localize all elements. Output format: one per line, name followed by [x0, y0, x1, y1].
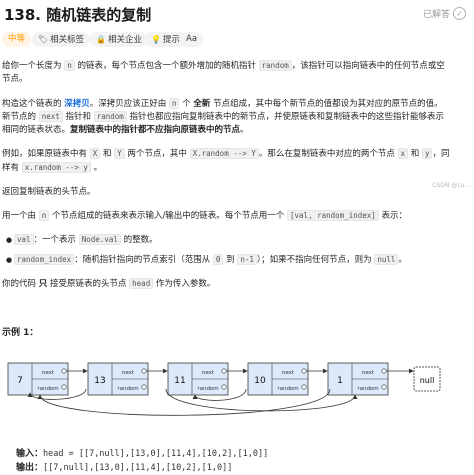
next-label: next [362, 370, 375, 376]
problem-header: 138. 随机链表的复制 已解答 ✓ [0, 4, 474, 26]
bullet-icon: ● [6, 256, 13, 264]
random-pointer-dot [381, 384, 387, 390]
desc-paragraph-2b: 新节点的 next 指针和 random 指针也都应指向复制链表中的新节点，并使… [2, 111, 445, 122]
node-value: 13 [94, 376, 105, 386]
desc-paragraph-1: 给你一个长度为 n 的链表，每个节点包含一个额外增加的随机指针 random ，该… [2, 60, 445, 71]
difficulty-badge[interactable]: 中等 [2, 32, 32, 47]
next-pointer-dot [301, 368, 307, 374]
next-pointer-dot [221, 368, 227, 374]
null-label: null [420, 376, 435, 385]
random-pointer-dot [61, 384, 67, 390]
random-label: random [277, 386, 298, 392]
random-label: random [117, 386, 138, 392]
example-input: 输入：head = [[7,null],[13,0],[11,4],[10,2]… [16, 449, 269, 459]
desc-paragraph-2: 构造这个链表的 深拷贝。深拷贝应该正好由 n 个 全新 节点组成，其中每个新节点… [2, 98, 443, 109]
lightbulb-icon: 💡 [151, 35, 161, 44]
random-pointer-dot [301, 384, 307, 390]
desc-paragraph-3: 例如，如果原链表中有 X 和 Y 两个节点，其中 X.random --> Y。… [2, 148, 450, 159]
example-output: 输出：[[7,null],[13,0],[11,4],[10,2],[1,0]] [16, 463, 233, 473]
next-label: next [202, 370, 215, 376]
node-value: 1 [337, 376, 343, 386]
lock-icon: 🔒 [96, 35, 106, 44]
next-label: next [42, 370, 55, 376]
random-label: random [357, 386, 378, 392]
check-circle-icon: ✓ [453, 7, 466, 20]
next-pointer-dot [141, 368, 147, 374]
desc-paragraph-4: 返回复制链表的头节点。 [2, 187, 96, 197]
tag-icon: 🏷 [38, 35, 49, 44]
next-pointer-dot [61, 368, 67, 374]
node-value: 10 [254, 376, 266, 386]
random-pointer-dot [221, 384, 227, 390]
tag-bar: 中等 🏷 相关标签 🔒 相关企业 💡 提示 Aa [0, 32, 474, 48]
linked-list-diagram: 7 next random 13 next random 11 next random 10 nex… [7, 362, 441, 416]
companies-tag-button[interactable]: 🔒 相关企业 [90, 32, 148, 47]
bullet-icon: ● [6, 236, 13, 244]
problem-title: 138. 随机链表的复制 [4, 6, 152, 24]
list-item-val: val ：一个表示 Node.val 的整数。 [14, 234, 470, 246]
watermark: CSDN @Lu... [432, 182, 470, 189]
desc-paragraph-2c: 相同的链表状态。复制链表中的指针都不应指向原链表中的节点。 [2, 125, 249, 135]
desc-paragraph-5: 用一个由 n 个节点组成的链表来表示输入/输出中的链表。每个节点用一个 [val… [2, 210, 408, 221]
next-label: next [122, 370, 135, 376]
list-item-random-index: random_index ：随机指针指向的节点索引（范围从 0 到 n-1 ）；如果… [14, 254, 470, 266]
example-title: 示例 1： [2, 328, 39, 338]
topics-tag-button[interactable]: 🏷 相关标签 [32, 32, 91, 47]
random-label: random [197, 386, 218, 392]
font-size-button[interactable]: Aa [180, 32, 204, 47]
deep-copy-link[interactable]: 深拷贝 [64, 99, 90, 109]
next-pointer-dot [381, 368, 387, 374]
desc-paragraph-3b: 样有 x.random --> y 。 [2, 162, 103, 173]
next-label: next [282, 370, 295, 376]
desc-paragraph-1b: 节点。 [2, 74, 28, 84]
desc-paragraph-6: 你的代码 只 接受原链表的头节点 head 作为传入参数。 [2, 278, 216, 289]
node-value: 7 [17, 376, 23, 386]
random-label: random [37, 386, 58, 392]
solved-status: 已解答 ✓ [423, 7, 466, 20]
random-pointer-dot [141, 384, 147, 390]
node-value: 11 [174, 376, 185, 386]
